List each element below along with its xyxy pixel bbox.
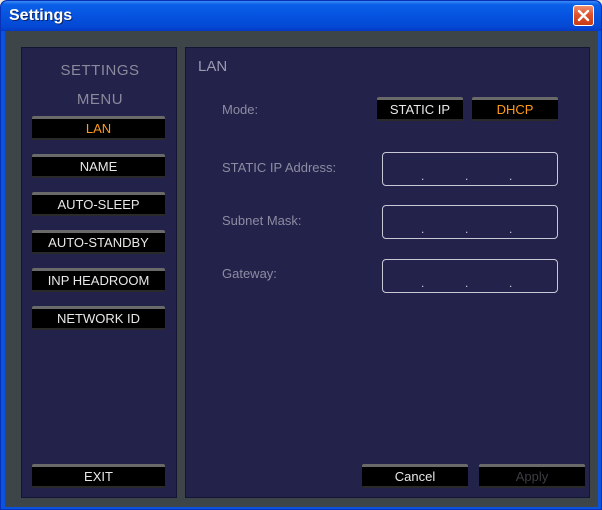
static-ip-address-field[interactable]: . . . (382, 152, 558, 186)
menu-item-auto-sleep[interactable]: AUTO-SLEEP (32, 192, 165, 216)
ip-separator: . (421, 169, 425, 183)
static-ip-label: STATIC IP Address: (222, 160, 337, 175)
settings-menu-panel: SETTINGS MENU LAN NAME AUTO-SLEEP AUTO-S… (21, 47, 177, 498)
menu-item-name[interactable]: NAME (32, 154, 165, 178)
close-button[interactable] (573, 5, 594, 26)
window-title: Settings (9, 7, 73, 24)
ip-separator: . (465, 222, 469, 236)
menu-item-lan[interactable]: LAN (32, 116, 165, 140)
menu-item-network-id[interactable]: NETWORK ID (32, 306, 165, 330)
settings-window: Settings SETTINGS MENU LAN NAME AUTO-SLE… (0, 0, 602, 510)
client-area: SETTINGS MENU LAN NAME AUTO-SLEEP AUTO-S… (5, 31, 598, 507)
gateway-label: Gateway: (222, 266, 277, 281)
title-bar[interactable]: Settings (1, 1, 601, 31)
lan-settings-panel: LAN Mode: STATIC IP DHCP STATIC IP Addre… (185, 47, 590, 498)
ip-separator: . (465, 276, 469, 290)
section-title: LAN (198, 58, 228, 75)
mode-dhcp-button[interactable]: DHCP (472, 97, 558, 121)
gateway-field[interactable]: . . . (382, 259, 558, 293)
ip-separator: . (421, 276, 425, 290)
mode-static-ip-button[interactable]: STATIC IP (377, 97, 463, 121)
menu-item-inp-headroom[interactable]: INP HEADROOM (32, 268, 165, 292)
cancel-button[interactable]: Cancel (362, 464, 468, 488)
menu-item-auto-standby[interactable]: AUTO-STANDBY (32, 230, 165, 254)
subnet-mask-field[interactable]: . . . (382, 205, 558, 239)
ip-separator: . (465, 169, 469, 183)
subnet-mask-label: Subnet Mask: (222, 213, 302, 228)
ip-separator: . (509, 222, 513, 236)
close-icon (577, 9, 590, 22)
apply-button[interactable]: Apply (479, 464, 585, 488)
ip-separator: . (421, 222, 425, 236)
menu-heading-line2: MENU (76, 91, 124, 108)
mode-label: Mode: (222, 102, 259, 117)
ip-separator: . (509, 169, 513, 183)
menu-heading-line1: SETTINGS (60, 62, 140, 79)
ip-separator: . (509, 276, 513, 290)
exit-button[interactable]: EXIT (32, 464, 165, 488)
